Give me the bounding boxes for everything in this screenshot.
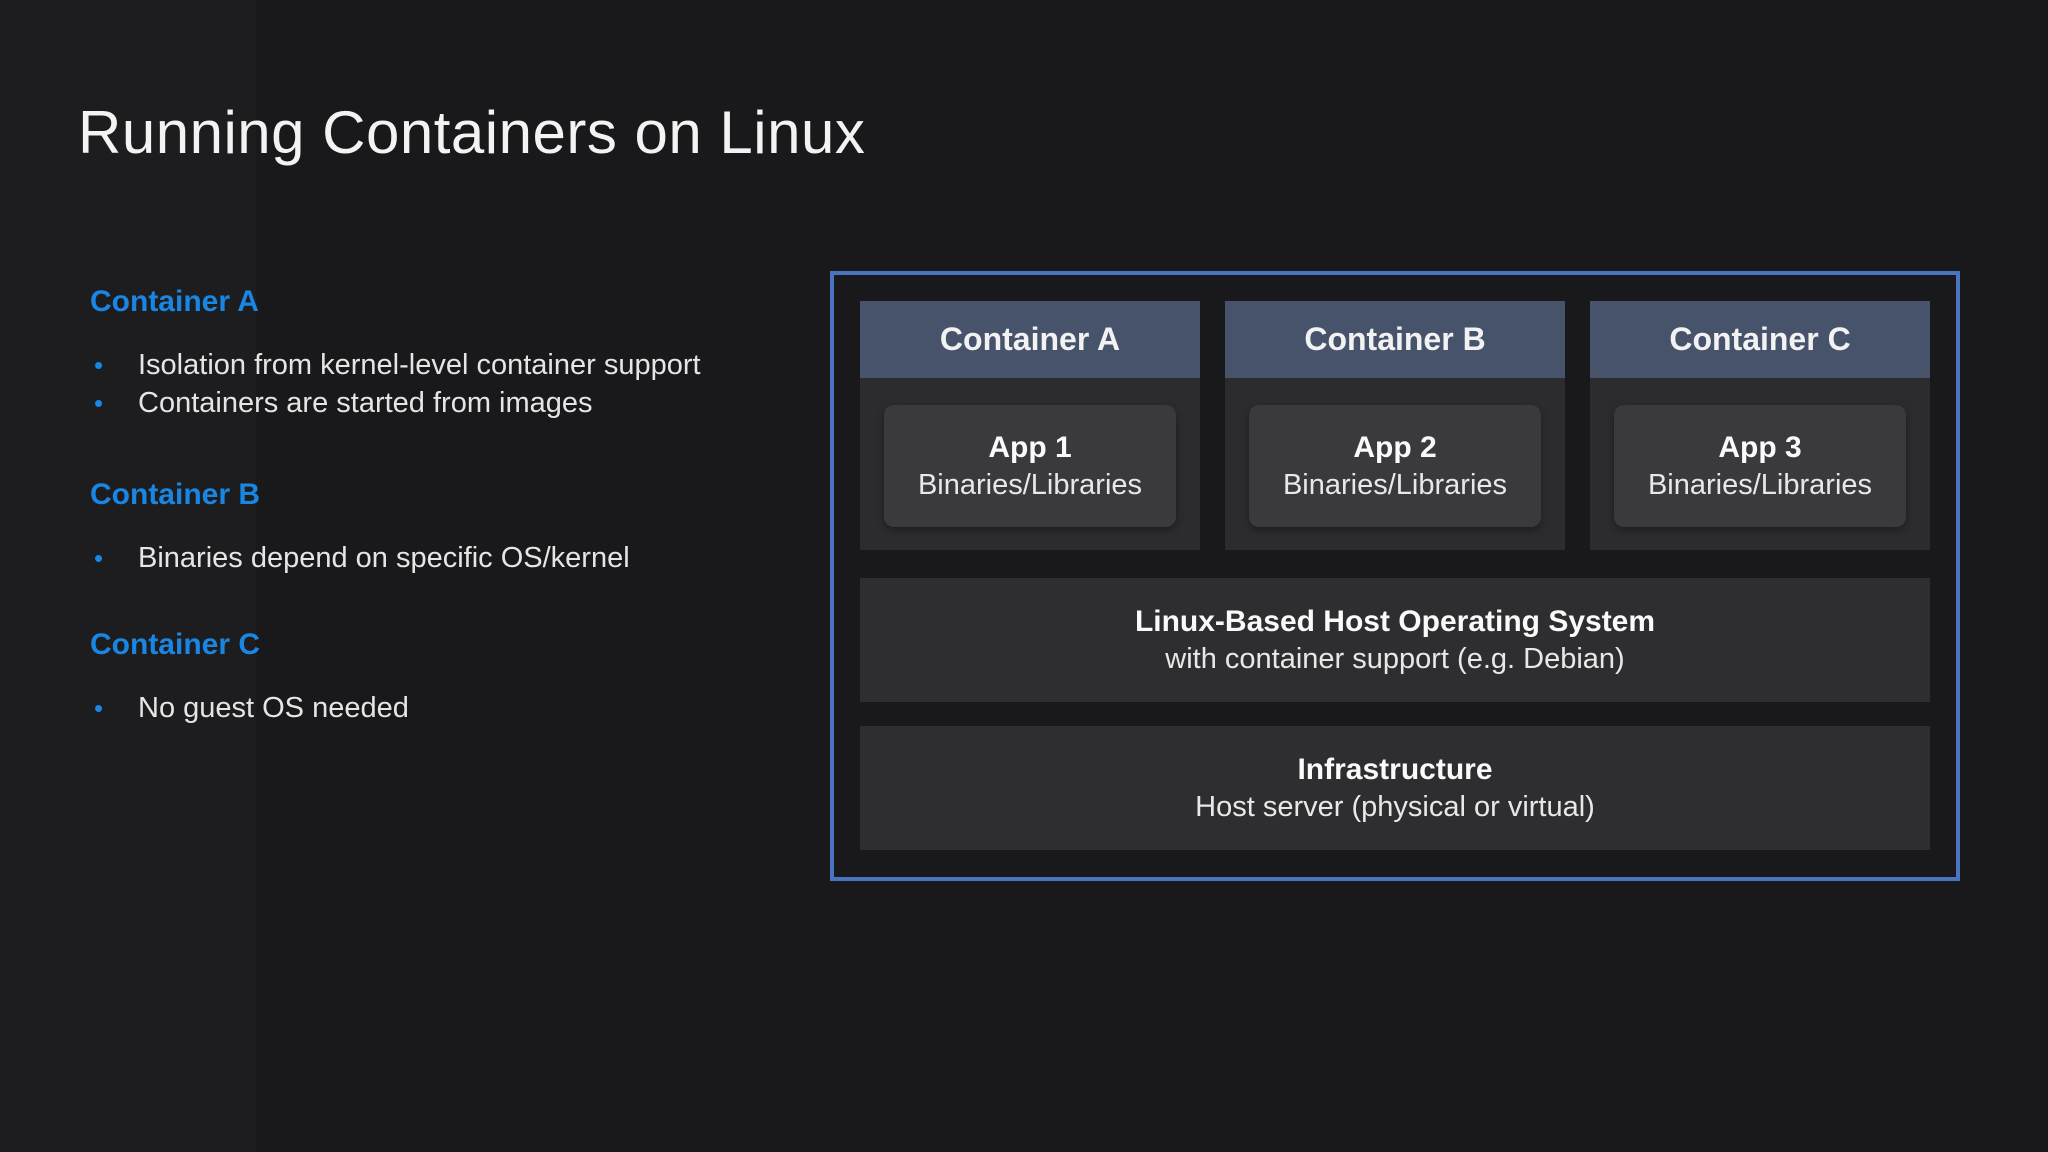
app-title: App 3: [1718, 431, 1802, 464]
bullet-icon: •: [94, 350, 104, 380]
container-header-label: Container B: [1304, 321, 1486, 357]
container-body: App 1 Binaries/Libraries: [860, 378, 1200, 550]
container-header: Container C: [1590, 301, 1930, 378]
app-title: App 1: [988, 431, 1072, 464]
bullet-text: Isolation from kernel-level container su…: [138, 349, 701, 381]
note-list: • Isolation from kernel-level container …: [90, 346, 750, 422]
container-body: App 3 Binaries/Libraries: [1590, 378, 1930, 550]
list-item: • No guest OS needed: [90, 689, 750, 727]
note-list: • No guest OS needed: [90, 689, 750, 727]
note-section-container-b: Container B • Binaries depend on specifi…: [90, 477, 750, 577]
list-item: • Isolation from kernel-level container …: [90, 346, 750, 384]
note-heading: Container B: [90, 478, 261, 511]
container-header-label: Container A: [939, 321, 1121, 357]
bullet-icon: •: [94, 693, 104, 723]
note-list: • Binaries depend on specific OS/kernel: [90, 539, 750, 577]
slide: Running Containers on Linux Container A …: [0, 0, 2048, 1152]
app-box: App 1 Binaries/Libraries: [884, 405, 1176, 527]
container-column-c: Container C App 3 Binaries/Libraries: [1590, 301, 1930, 550]
note-heading: Container A: [90, 285, 259, 318]
note-heading: Container C: [90, 628, 261, 661]
layer-title: Linux-Based Host Operating System: [1134, 605, 1656, 638]
app-title: App 2: [1353, 431, 1437, 464]
note-section-container-a: Container A • Isolation from kernel-leve…: [90, 284, 750, 422]
layer-subtitle: Host server (physical or virtual): [1195, 791, 1595, 823]
containers-diagram: Container A App 1 Binaries/Libraries Con…: [830, 271, 1960, 881]
container-column-b: Container B App 2 Binaries/Libraries: [1225, 301, 1565, 550]
container-header: Container B: [1225, 301, 1565, 378]
bullet-text: Containers are started from images: [138, 387, 593, 419]
container-column-a: Container A App 1 Binaries/Libraries: [860, 301, 1200, 550]
app-subtitle: Binaries/Libraries: [1282, 469, 1508, 501]
app-box: App 3 Binaries/Libraries: [1614, 405, 1906, 527]
layer-title: Infrastructure: [1297, 753, 1493, 786]
container-header: Container A: [860, 301, 1200, 378]
container-body: App 2 Binaries/Libraries: [1225, 378, 1565, 550]
app-box: App 2 Binaries/Libraries: [1249, 405, 1541, 527]
page-title: Running Containers on Linux: [78, 99, 866, 166]
bullet-icon: •: [94, 543, 104, 573]
container-header-label: Container C: [1669, 321, 1851, 357]
layer-subtitle: with container support (e.g. Debian): [1165, 643, 1625, 675]
bullet-icon: •: [94, 388, 104, 418]
bullet-text: No guest OS needed: [138, 692, 409, 724]
host-os-layer: Linux-Based Host Operating System with c…: [860, 578, 1930, 702]
list-item: • Binaries depend on specific OS/kernel: [90, 539, 750, 577]
app-subtitle: Binaries/Libraries: [1647, 469, 1873, 501]
infrastructure-layer: Infrastructure Host server (physical or …: [860, 726, 1930, 850]
list-item: • Containers are started from images: [90, 384, 750, 422]
app-subtitle: Binaries/Libraries: [917, 469, 1143, 501]
bullet-text: Binaries depend on specific OS/kernel: [138, 542, 630, 574]
container-columns: Container A App 1 Binaries/Libraries Con…: [860, 301, 1930, 550]
note-section-container-c: Container C • No guest OS needed: [90, 627, 750, 727]
